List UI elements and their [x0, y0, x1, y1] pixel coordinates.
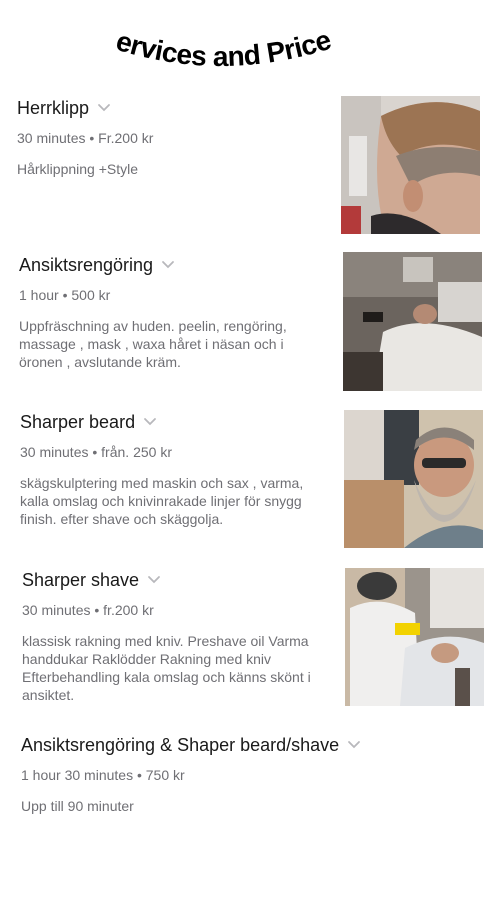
- chevron-down-icon[interactable]: [147, 575, 161, 585]
- straight-razor-shave-photo: [345, 568, 484, 706]
- service-duration-price: 1 hour • 500 kr: [19, 287, 111, 303]
- facial-treatment-photo: [343, 252, 482, 391]
- page-title-text: Services and Prices: [0, 8, 335, 72]
- service-duration-price: 30 minutes • från. 250 kr: [20, 444, 172, 460]
- service-description: Hårklippning +Style: [17, 161, 139, 177]
- bearded-man-photo: [344, 410, 483, 548]
- service-name: Ansiktsrengöring & Shaper beard/shave: [21, 734, 340, 755]
- service-duration-price: 30 minutes • fr.200 kr: [22, 602, 154, 618]
- service-description: klassisk rakning med kniv. Preshave oil …: [22, 633, 311, 703]
- page-title: Services and Prices: [0, 8, 440, 88]
- service-duration-price: 1 hour 30 minutes • 750 kr: [21, 767, 185, 783]
- svg-text:Services and Prices: Services and Prices: [0, 8, 334, 72]
- service-description: Upp till 90 minuter: [21, 798, 134, 814]
- service-name: Sharper shave: [22, 569, 140, 590]
- service-name: Sharper beard: [20, 411, 136, 432]
- service-name: Herrklipp: [17, 97, 90, 118]
- service-duration-price: 30 minutes • Fr.200 kr: [17, 130, 154, 146]
- chevron-down-icon[interactable]: [161, 260, 175, 270]
- haircut-fade-photo: [341, 96, 480, 234]
- service-description: Uppfräschning av huden. peelin, rengörin…: [19, 318, 287, 370]
- service-description: skägskulptering med maskin och sax , var…: [20, 475, 304, 527]
- service-name: Ansiktsrengöring: [19, 254, 154, 275]
- chevron-down-icon[interactable]: [143, 417, 157, 427]
- page-title-graphic: Services and Prices: [0, 8, 335, 72]
- chevron-down-icon[interactable]: [347, 740, 361, 750]
- chevron-down-icon[interactable]: [97, 103, 111, 113]
